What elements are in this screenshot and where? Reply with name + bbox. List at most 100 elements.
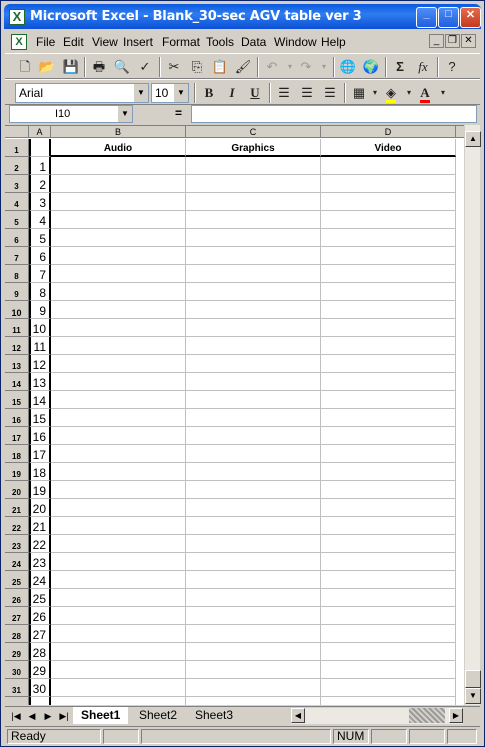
doc-restore-icon[interactable]: ❐ bbox=[445, 34, 460, 48]
grid-cell[interactable] bbox=[321, 535, 456, 553]
column-header-d[interactable]: D bbox=[321, 126, 456, 138]
grid-cell[interactable] bbox=[186, 517, 321, 535]
row-number-cell[interactable]: 16 bbox=[29, 427, 51, 445]
excel-x-icon[interactable]: X bbox=[9, 9, 25, 25]
grid-cell[interactable] bbox=[51, 517, 186, 535]
row-number-cell[interactable]: 6 bbox=[29, 247, 51, 265]
grid-cell[interactable] bbox=[321, 679, 456, 697]
grid-cell[interactable] bbox=[186, 301, 321, 319]
grid-cell[interactable] bbox=[321, 283, 456, 301]
grid-cell[interactable] bbox=[321, 229, 456, 247]
row-number-cell[interactable]: 24 bbox=[29, 571, 51, 589]
row-header[interactable]: 29 bbox=[5, 643, 29, 661]
grid-cell[interactable] bbox=[51, 247, 186, 265]
row-header[interactable]: 8 bbox=[5, 265, 29, 283]
grid-cell[interactable] bbox=[321, 445, 456, 463]
sheet-tab-sheet2[interactable]: Sheet2 bbox=[131, 707, 186, 724]
row-number-cell[interactable]: 19 bbox=[29, 481, 51, 499]
chevron-down-icon[interactable]: ▾ bbox=[434, 84, 452, 102]
grid-cell[interactable] bbox=[51, 355, 186, 373]
scroll-left-icon[interactable]: ◀ bbox=[291, 708, 305, 723]
grid-cell[interactable] bbox=[51, 373, 186, 391]
horizontal-scroll-thumb[interactable] bbox=[409, 708, 445, 723]
grid-cell[interactable] bbox=[51, 265, 186, 283]
grid-cell[interactable] bbox=[186, 499, 321, 517]
grid-cell[interactable] bbox=[51, 643, 186, 661]
grid-cell[interactable] bbox=[51, 589, 186, 607]
grid-cell[interactable] bbox=[51, 553, 186, 571]
grid-cell[interactable] bbox=[186, 661, 321, 679]
row-header[interactable]: 23 bbox=[5, 535, 29, 553]
grid-cell[interactable] bbox=[321, 319, 456, 337]
next-sheet-icon[interactable]: ▶ bbox=[41, 709, 55, 723]
help-icon[interactable]: ? bbox=[443, 58, 461, 76]
row-number-cell[interactable]: 25 bbox=[29, 589, 51, 607]
format-painter-icon[interactable]: 🖌 bbox=[234, 58, 252, 76]
grid-cell[interactable] bbox=[186, 589, 321, 607]
grid-cell[interactable] bbox=[321, 481, 456, 499]
menu-format[interactable]: Format bbox=[162, 35, 200, 49]
doc-minimize-icon[interactable]: _ bbox=[429, 34, 444, 48]
grid-cell[interactable] bbox=[186, 463, 321, 481]
grid-cell[interactable] bbox=[186, 625, 321, 643]
grid-cell[interactable] bbox=[321, 517, 456, 535]
grid-cell[interactable] bbox=[186, 247, 321, 265]
row-number-cell[interactable]: 2 bbox=[29, 175, 51, 193]
grid-cell[interactable] bbox=[186, 445, 321, 463]
grid-cell[interactable] bbox=[321, 373, 456, 391]
row-header[interactable]: 19 bbox=[5, 463, 29, 481]
grid-cell[interactable] bbox=[51, 391, 186, 409]
grid-cell[interactable] bbox=[51, 193, 186, 211]
grid-cell[interactable] bbox=[321, 301, 456, 319]
row-number-cell[interactable]: 18 bbox=[29, 463, 51, 481]
row-header[interactable]: 21 bbox=[5, 499, 29, 517]
formula-input[interactable] bbox=[191, 105, 477, 123]
header-cell[interactable]: Audio bbox=[51, 139, 186, 157]
worksheet-grid[interactable]: A B C D 1 Audio Graphics Video 2 1 3 2 4 3 5 4 6 5 7 6 8… bbox=[5, 125, 464, 705]
grid-cell[interactable] bbox=[321, 157, 456, 175]
spelling-icon[interactable]: ✓ bbox=[136, 58, 154, 76]
header-cell[interactable]: Graphics bbox=[186, 139, 321, 157]
row-number-cell[interactable]: 11 bbox=[29, 337, 51, 355]
header-cell[interactable]: Video bbox=[321, 139, 456, 157]
row-header[interactable]: 2 bbox=[5, 157, 29, 175]
row-header[interactable]: 5 bbox=[5, 211, 29, 229]
cut-icon[interactable]: ✂ bbox=[165, 58, 183, 76]
autosum-icon[interactable]: Σ bbox=[391, 58, 409, 76]
open-icon[interactable]: 📂 bbox=[38, 58, 56, 76]
grid-cell[interactable] bbox=[321, 175, 456, 193]
row-number-cell[interactable]: 17 bbox=[29, 445, 51, 463]
grid-cell[interactable] bbox=[186, 571, 321, 589]
paste-icon[interactable]: 📋 bbox=[211, 58, 229, 76]
grid-cell[interactable] bbox=[186, 355, 321, 373]
scroll-up-icon[interactable]: ▲ bbox=[465, 131, 481, 147]
grid-cell[interactable] bbox=[51, 445, 186, 463]
formula-equals-sign[interactable]: = bbox=[175, 106, 182, 120]
menu-insert[interactable]: Insert bbox=[123, 35, 153, 49]
row-header[interactable]: 24 bbox=[5, 553, 29, 571]
grid-cell[interactable] bbox=[186, 427, 321, 445]
row-number-cell[interactable]: 28 bbox=[29, 643, 51, 661]
row-header[interactable]: 20 bbox=[5, 481, 29, 499]
grid-cell[interactable] bbox=[186, 535, 321, 553]
menu-help[interactable]: Help bbox=[321, 35, 346, 49]
grid-cell[interactable] bbox=[186, 319, 321, 337]
grid-cell[interactable] bbox=[186, 409, 321, 427]
row-header[interactable]: 13 bbox=[5, 355, 29, 373]
row-number-cell[interactable]: 7 bbox=[29, 265, 51, 283]
row-number-cell[interactable]: 10 bbox=[29, 319, 51, 337]
row-header[interactable]: 25 bbox=[5, 571, 29, 589]
grid-cell[interactable] bbox=[321, 607, 456, 625]
grid-cell[interactable] bbox=[51, 427, 186, 445]
align-right-icon[interactable]: ☰ bbox=[321, 84, 339, 102]
row-number-cell[interactable]: 27 bbox=[29, 625, 51, 643]
row-number-cell[interactable]: 29 bbox=[29, 661, 51, 679]
row-header[interactable]: 30 bbox=[5, 661, 29, 679]
grid-cell[interactable] bbox=[51, 409, 186, 427]
grid-cell[interactable] bbox=[51, 679, 186, 697]
column-header-c[interactable]: C bbox=[186, 126, 321, 138]
chevron-down-icon[interactable]: ▼ bbox=[174, 84, 188, 102]
row-number-cell[interactable]: 15 bbox=[29, 409, 51, 427]
chevron-down-icon[interactable]: ▼ bbox=[134, 84, 148, 102]
redo-dropdown-icon[interactable]: ▾ bbox=[315, 58, 333, 76]
